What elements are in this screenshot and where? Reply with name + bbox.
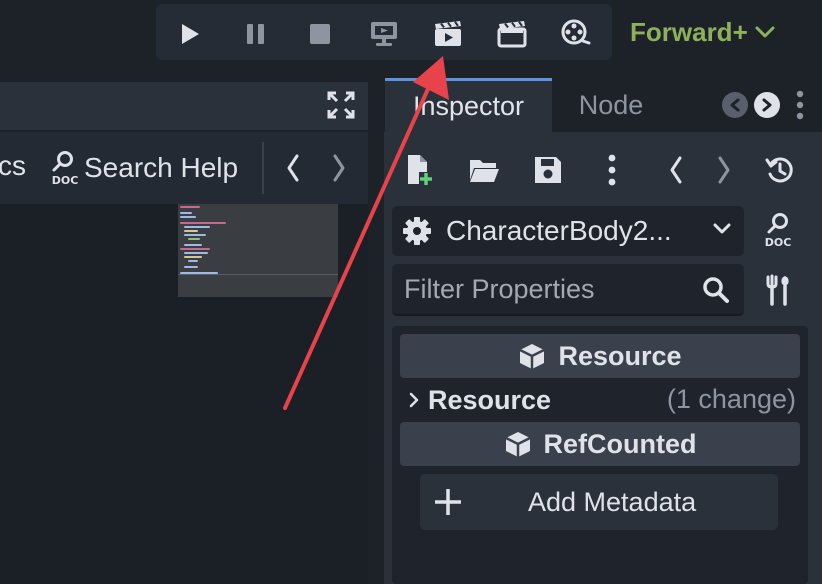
script-toolbar: cs DOC Search Help (0, 132, 368, 204)
distraction-free-button[interactable] (322, 86, 360, 124)
movie-maker-button[interactable] (556, 14, 596, 54)
load-resource-button[interactable] (464, 150, 504, 190)
toolbar-divider (262, 142, 264, 194)
dock-move-right-button[interactable] (754, 92, 780, 118)
chevron-left-icon (729, 98, 741, 112)
play-icon (179, 22, 201, 46)
save-icon (533, 155, 563, 185)
remote-debug-button[interactable] (364, 14, 404, 54)
chevron-right-icon (331, 153, 347, 183)
object-history-button[interactable] (760, 150, 800, 190)
stop-button[interactable] (300, 14, 340, 54)
pause-button[interactable] (236, 14, 276, 54)
history-back-button[interactable] (656, 150, 696, 190)
script-panel-header (0, 82, 368, 130)
script-menu-partial[interactable]: cs (0, 150, 26, 182)
dock-move-left-button[interactable] (722, 92, 748, 118)
category-resource: Resource (400, 334, 800, 378)
section-resource-label: Resource (428, 384, 552, 415)
chevron-right-icon (761, 98, 773, 112)
filter-properties-input[interactable]: Filter Properties (392, 264, 744, 316)
chevron-right-icon (716, 155, 732, 185)
new-resource-button[interactable] (400, 150, 440, 190)
folder-icon (468, 156, 500, 184)
section-resource[interactable]: Resource (1 change) (400, 378, 800, 422)
play-button[interactable] (170, 14, 210, 54)
run-toolbar (156, 4, 612, 60)
dock-separator[interactable] (368, 82, 384, 584)
play-custom-scene-button[interactable] (492, 14, 532, 54)
filter-placeholder: Filter Properties (404, 273, 595, 304)
search-help-label: Search Help (84, 152, 239, 183)
renderer-dropdown[interactable]: Forward+ (630, 8, 776, 56)
search-icon (702, 276, 730, 304)
chevron-right-icon (408, 391, 420, 409)
history-icon (765, 155, 795, 185)
movie-maker-icon (561, 19, 591, 49)
chevron-down-icon (712, 222, 732, 236)
svg-text:DOC: DOC (52, 174, 79, 186)
history-back-button[interactable] (276, 148, 310, 188)
tools-icon (763, 274, 793, 306)
save-resource-button[interactable] (528, 150, 568, 190)
chevron-left-icon (668, 155, 684, 185)
new-file-icon (406, 154, 434, 186)
code-minimap[interactable] (178, 204, 338, 297)
tab-node[interactable]: Node (552, 78, 670, 132)
search-help-button[interactable]: DOC Search Help (48, 146, 238, 190)
resource-cube-icon (504, 430, 532, 458)
doc-search-icon: DOC (761, 212, 795, 248)
play-custom-scene-icon (497, 20, 527, 48)
svg-text:DOC: DOC (765, 236, 792, 248)
kebab-menu-icon (608, 154, 616, 186)
object-selector[interactable]: CharacterBody2... (392, 206, 744, 256)
pause-icon (245, 22, 267, 46)
editor-scrollbar[interactable] (338, 204, 368, 584)
resource-cube-icon (518, 342, 546, 370)
history-forward-button[interactable] (704, 150, 744, 190)
expand-icon (326, 90, 356, 120)
tab-inspector[interactable]: Inspector (385, 78, 552, 132)
category-refcounted-label: RefCounted (543, 428, 697, 459)
play-scene-button[interactable] (428, 14, 468, 54)
tab-node-label: Node (578, 89, 644, 120)
kebab-menu-icon (796, 90, 804, 120)
chevron-down-icon (754, 24, 776, 40)
inspector-tools-button[interactable] (758, 270, 798, 310)
category-refcounted: RefCounted (400, 422, 800, 466)
history-forward-button[interactable] (322, 148, 356, 188)
renderer-label: Forward+ (630, 16, 748, 47)
section-change-count: (1 change) (666, 384, 796, 414)
stop-icon (309, 23, 331, 45)
open-documentation-button[interactable]: DOC (758, 210, 798, 250)
add-metadata-label: Add Metadata (528, 486, 697, 517)
object-name: CharacterBody2... (446, 215, 672, 246)
plus-icon (432, 486, 464, 518)
tab-inspector-label: Inspector (412, 91, 525, 121)
play-scene-icon (433, 20, 463, 48)
dock-options-button[interactable] (788, 86, 812, 124)
add-metadata-button[interactable]: Add Metadata (420, 474, 778, 530)
chevron-left-icon (285, 153, 301, 183)
gear-icon (402, 216, 432, 246)
resource-options-button[interactable] (592, 150, 632, 190)
category-resource-label: Resource (558, 340, 682, 371)
doc-search-icon: DOC (48, 150, 82, 186)
remote-debug-icon (369, 20, 399, 48)
